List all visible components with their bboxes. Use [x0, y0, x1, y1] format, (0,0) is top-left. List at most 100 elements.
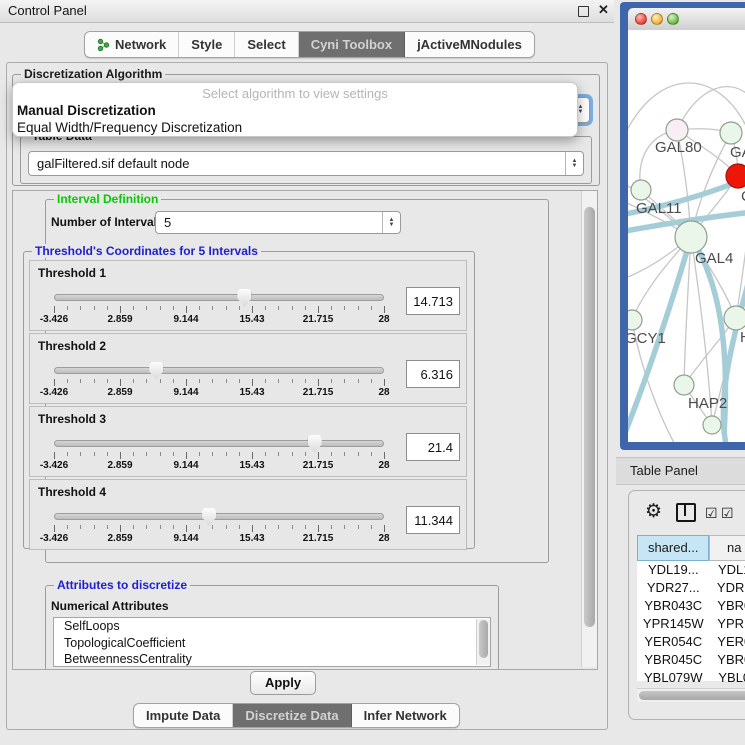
tick-label: 21.715: [303, 314, 334, 325]
network-node[interactable]: [720, 122, 742, 144]
network-node[interactable]: [724, 306, 745, 330]
threshold-slider[interactable]: [54, 513, 384, 520]
checkbox-icon[interactable]: ☑: [721, 505, 734, 522]
numerical-attributes-list[interactable]: SelfLoopsTopologicalCoefficientBetweenne…: [53, 617, 491, 667]
split-pane-icon[interactable]: [676, 503, 696, 522]
table-row[interactable]: YDL19...YDL1: [637, 561, 745, 579]
threshold-label: Threshold 3: [38, 412, 106, 426]
tab-cyni-toolbox[interactable]: Cyni Toolbox: [299, 32, 405, 57]
network-node[interactable]: [726, 164, 745, 188]
tab-infer-network[interactable]: Infer Network: [352, 704, 459, 727]
table-row[interactable]: YBR045CYBR0: [637, 651, 745, 669]
column-header[interactable]: shared...: [637, 535, 709, 561]
tab-impute-data[interactable]: Impute Data: [134, 704, 233, 727]
threshold-label: Threshold 1: [38, 266, 106, 280]
float-window-icon[interactable]: [578, 6, 589, 17]
dropdown-item[interactable]: Equal Width/Frequency Discretization: [13, 119, 577, 136]
network-node[interactable]: [628, 310, 642, 330]
slider-ticks: [54, 379, 384, 386]
tick-label: -3.426: [40, 387, 68, 398]
slider-thumb-icon[interactable]: [237, 289, 251, 307]
list-scrollbar[interactable]: [476, 619, 490, 665]
panel-scrollbar[interactable]: [581, 191, 597, 667]
list-item[interactable]: BetweennessCentrality: [54, 651, 490, 667]
table-row[interactable]: YPR145WYPR1: [637, 615, 745, 633]
table-data-combobox[interactable]: galFiltered.sif default node ▲▼: [28, 151, 584, 176]
threshold-panel: Threshold 4 -3.4262.8599.14415.4321.7152…: [29, 479, 467, 550]
interval-definition-title: Interval Definition: [54, 192, 161, 206]
gear-icon[interactable]: ⚙: [645, 500, 662, 523]
table-panel-titlebar: Table Panel: [616, 457, 745, 485]
thresholds-group-title: Threshold's Coordinates for 5 Intervals: [32, 244, 261, 258]
list-item[interactable]: SelfLoops: [54, 618, 490, 635]
network-node[interactable]: [703, 416, 721, 434]
algorithm-dropdown-popup: Select algorithm to view settingsManual …: [12, 82, 578, 137]
table-toolbar: ⚙ ☑ ☑: [629, 499, 745, 527]
zoom-traffic-light-icon[interactable]: [667, 13, 679, 25]
threshold-slider[interactable]: [54, 440, 384, 447]
tab-jactivemnodules[interactable]: jActiveMNodules: [405, 32, 534, 57]
dropdown-item: Select algorithm to view settings: [13, 85, 577, 102]
slider-ticks: [54, 452, 384, 459]
slider-tick-labels: -3.4262.8599.14415.4321.71528: [54, 387, 384, 399]
table-cell: YDL1: [710, 561, 745, 579]
settings-scrollpane: Interval Definition Number of Intervals …: [12, 190, 598, 670]
threshold-panel: Threshold 3 -3.4262.8599.14415.4321.7152…: [29, 406, 467, 477]
apply-button[interactable]: Apply: [250, 671, 316, 695]
slider-thumb-icon[interactable]: [149, 362, 163, 380]
tab-select[interactable]: Select: [235, 32, 298, 57]
list-item[interactable]: TopologicalCoefficient: [54, 635, 490, 652]
table-row[interactable]: YBL079WYBL0: [637, 669, 745, 687]
column-header[interactable]: na: [709, 535, 745, 561]
combo-stepper-icon[interactable]: ▲▼: [382, 212, 400, 233]
threshold-slider[interactable]: [54, 294, 384, 301]
tick-label: 15.43: [239, 460, 264, 471]
minimize-traffic-light-icon[interactable]: [651, 13, 663, 25]
table-row[interactable]: YDR27...YDR2: [637, 579, 745, 597]
table-row[interactable]: YBR043CYBR0: [637, 597, 745, 615]
threshold-value-input[interactable]: 21.4: [406, 433, 460, 461]
table-row[interactable]: YIL052CYIL0: [637, 705, 745, 707]
threshold-slider[interactable]: [54, 367, 384, 374]
slider-ticks: [54, 525, 384, 532]
network-window-titlebar: [628, 8, 745, 31]
tick-label: -3.426: [40, 533, 68, 544]
tab-discretize-data[interactable]: Discretize Data: [233, 704, 351, 727]
table-cell: YBL079W: [637, 669, 710, 687]
close-traffic-light-icon[interactable]: [635, 13, 647, 25]
table-cell: YDR2: [710, 579, 745, 597]
tab-network[interactable]: Network: [85, 32, 179, 57]
slider-thumb-icon[interactable]: [308, 435, 322, 453]
table-cell: YBR045C: [637, 651, 710, 669]
number-of-intervals-label: Number of Intervals: [51, 215, 164, 229]
slider-tick-labels: -3.4262.8599.14415.4321.71528: [54, 533, 384, 545]
network-node[interactable]: [631, 180, 651, 200]
table-horizontal-scrollbar[interactable]: [637, 688, 745, 702]
combo-stepper-icon[interactable]: ▲▼: [565, 152, 583, 175]
screen: Control Panel ✕ NetworkStyleSelectCyni T…: [0, 0, 745, 745]
network-node[interactable]: [675, 221, 707, 253]
network-node[interactable]: [666, 119, 688, 141]
node-label: GAL11: [636, 200, 682, 217]
close-icon[interactable]: ✕: [598, 2, 609, 18]
node-label: GCY1: [628, 330, 666, 347]
threshold-value-input[interactable]: 14.713: [406, 287, 460, 315]
checkbox-icon[interactable]: ☑: [705, 505, 718, 522]
number-of-intervals-combobox[interactable]: 5 ▲▼: [155, 211, 401, 234]
table-cell: YBL0: [710, 669, 745, 687]
table-cell: YBR0: [710, 597, 745, 615]
tab-style[interactable]: Style: [179, 32, 235, 57]
network-node[interactable]: [674, 375, 694, 395]
slider-thumb-icon[interactable]: [202, 508, 216, 526]
tick-label: 2.859: [107, 314, 132, 325]
tick-label: 2.859: [107, 533, 132, 544]
dropdown-item[interactable]: Manual Discretization: [13, 102, 577, 119]
threshold-value-input[interactable]: 11.344: [406, 506, 460, 534]
tick-label: -3.426: [40, 460, 68, 471]
table-row[interactable]: YER054CYER0: [637, 633, 745, 651]
tick-label: 9.144: [173, 460, 198, 471]
slider-ticks: [54, 306, 384, 313]
tick-label: -3.426: [40, 314, 68, 325]
threshold-value-input[interactable]: 6.316: [406, 360, 460, 388]
network-canvas[interactable]: GAL80GACGAL11GAL4GCY1HHAP2: [628, 30, 745, 442]
